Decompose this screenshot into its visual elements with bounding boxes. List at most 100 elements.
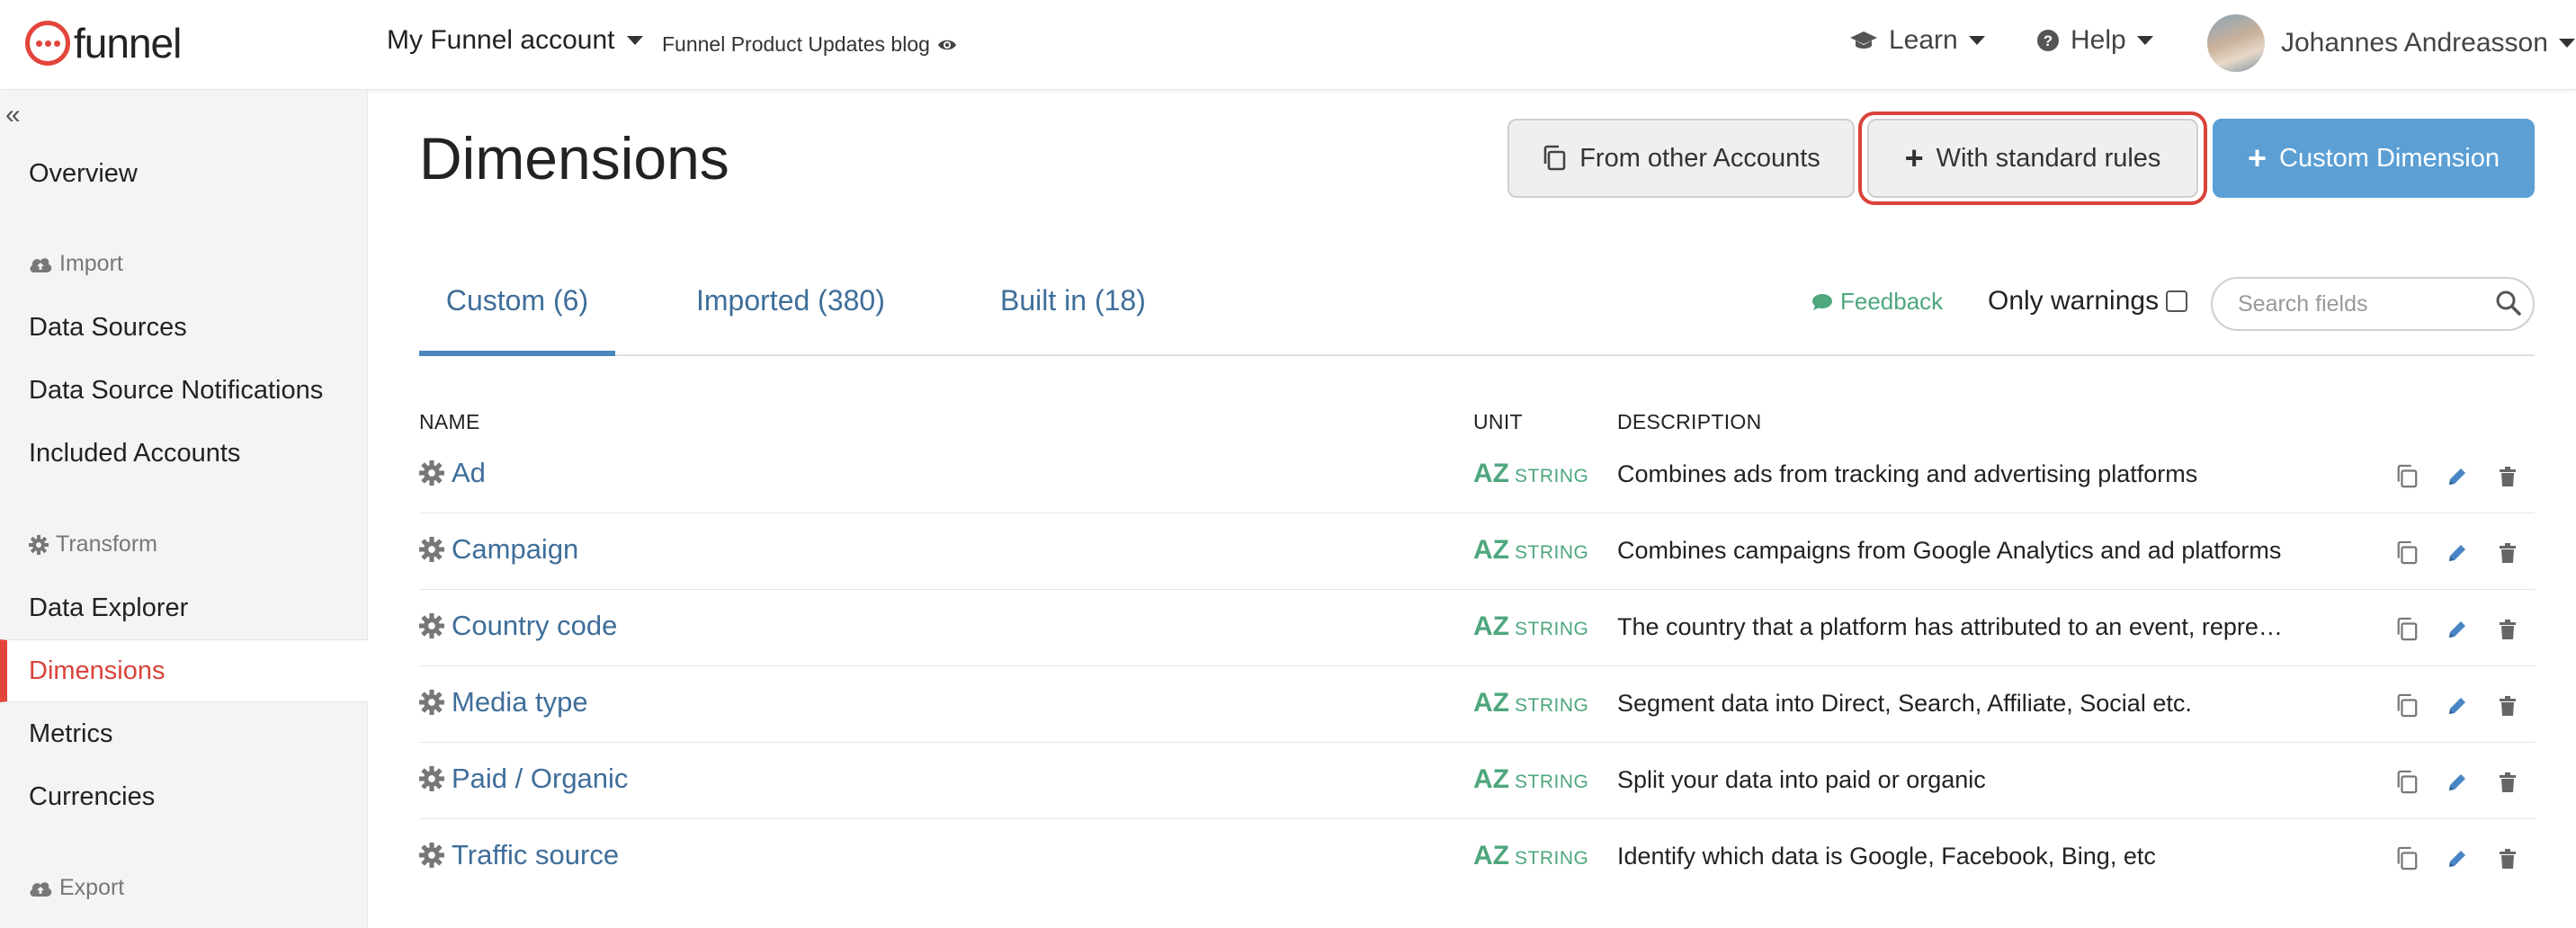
custom-gear-icon <box>419 843 444 868</box>
chevron-down-icon <box>1968 36 1985 45</box>
only-warnings-toggle[interactable]: Only warnings <box>1988 286 2188 317</box>
search-icon[interactable] <box>2495 290 2522 317</box>
feedback-label: Feedback <box>1840 288 1944 315</box>
dimension-name: Media type <box>452 686 588 718</box>
sidebar-item-dimensions[interactable]: Dimensions <box>0 639 368 702</box>
only-warnings-label: Only warnings <box>1988 286 2160 316</box>
with-standard-rules-button[interactable]: + With standard rules <box>1867 119 2198 198</box>
unit-az: AZ <box>1473 764 1509 794</box>
trash-icon[interactable] <box>2493 844 2522 873</box>
unit-badge: AZ STRING <box>1473 764 1588 795</box>
unit-type: STRING <box>1515 848 1589 869</box>
unit-type: STRING <box>1515 772 1589 792</box>
pencil-icon[interactable] <box>2443 462 2472 491</box>
sidebar-item-label: Data Sources <box>29 312 187 342</box>
chevron-down-icon <box>2136 36 2153 45</box>
collapse-sidebar-icon[interactable]: « <box>5 100 21 130</box>
pencil-icon[interactable] <box>2443 615 2472 644</box>
only-warnings-checkbox[interactable] <box>2166 290 2188 312</box>
unit-type: STRING <box>1515 695 1589 716</box>
dimension-name-link[interactable]: Media type <box>419 686 588 718</box>
feedback-link[interactable]: Feedback <box>1811 288 1943 316</box>
column-header-unit: UNIT <box>1473 410 1523 433</box>
cloud-upload-icon <box>30 257 52 272</box>
tab-built-in[interactable]: Built in (18) <box>1000 284 1146 356</box>
dimension-name-link[interactable]: Paid / Organic <box>419 763 628 795</box>
sidebar-item-label: Dimensions <box>29 656 165 685</box>
copy-icon[interactable] <box>2393 692 2421 720</box>
dimension-name-link[interactable]: Traffic source <box>419 839 619 871</box>
pencil-icon[interactable] <box>2443 539 2472 567</box>
custom-dimension-button[interactable]: + Custom Dimension <box>2213 119 2535 198</box>
sidebar-item-included-accounts[interactable]: Included Accounts <box>0 422 368 485</box>
sidebar-section-export: Export <box>29 875 124 901</box>
unit-type: STRING <box>1515 619 1589 639</box>
copy-icon[interactable] <box>2393 462 2421 491</box>
table-row: Paid / Organic AZ STRING Split your data… <box>419 743 2535 819</box>
table-row: Ad AZ STRING Combines ads from tracking … <box>419 437 2535 513</box>
sidebar-item-data-explorer[interactable]: Data Explorer <box>0 576 368 639</box>
pencil-icon[interactable] <box>2443 692 2472 720</box>
column-header-description: DESCRIPTION <box>1617 410 1762 433</box>
search-input[interactable] <box>2211 277 2535 331</box>
learn-menu[interactable]: Learn <box>1849 25 1985 56</box>
graduation-cap-icon <box>1850 31 1877 49</box>
copy-icon[interactable] <box>2393 615 2421 644</box>
user-name: Johannes Andreasson <box>2281 28 2548 58</box>
account-switcher[interactable]: My Funnel account <box>387 25 644 56</box>
custom-gear-icon <box>419 766 444 791</box>
dimension-name: Ad <box>452 457 486 488</box>
pencil-icon[interactable] <box>2443 768 2472 797</box>
help-menu[interactable]: ? Help <box>2036 25 2153 56</box>
column-header-name: NAME <box>419 410 480 433</box>
sidebar-item-overview[interactable]: Overview <box>0 142 368 205</box>
plus-icon: + <box>2247 139 2267 176</box>
sidebar: « Overview Import Data Sources Data Sour… <box>0 91 368 928</box>
dimension-description: Segment data into Direct, Search, Affili… <box>1617 690 2192 717</box>
unit-badge: AZ STRING <box>1473 535 1588 566</box>
dimension-description: The country that a platform has attribut… <box>1617 613 2283 640</box>
table-row: Campaign AZ STRING Combines campaigns fr… <box>419 513 2535 590</box>
dimension-description: Split your data into paid or organic <box>1617 766 1986 793</box>
sidebar-item-label: Included Accounts <box>29 438 241 468</box>
copy-icon[interactable] <box>2393 768 2421 797</box>
table-row: Traffic source AZ STRING Identify which … <box>419 819 2535 896</box>
custom-gear-icon <box>419 613 444 638</box>
from-other-accounts-button[interactable]: From other Accounts <box>1507 119 1855 198</box>
tab-custom[interactable]: Custom (6) <box>419 284 615 356</box>
unit-az: AZ <box>1473 611 1509 641</box>
tab-imported[interactable]: Imported (380) <box>696 284 885 356</box>
unit-az: AZ <box>1473 841 1509 870</box>
sidebar-section-label: Export <box>59 875 125 900</box>
trash-icon[interactable] <box>2493 539 2522 567</box>
unit-az: AZ <box>1473 459 1509 488</box>
trash-icon[interactable] <box>2493 462 2522 491</box>
trash-icon[interactable] <box>2493 692 2522 720</box>
funnel-logo[interactable]: funnel <box>25 18 182 68</box>
cloud-upload-icon <box>30 881 52 897</box>
copy-icon[interactable] <box>2393 844 2421 873</box>
blog-link[interactable]: Funnel Product Updates blog <box>662 32 957 57</box>
unit-az: AZ <box>1473 535 1509 565</box>
dimension-name-link[interactable]: Country code <box>419 610 617 642</box>
sidebar-item-metrics[interactable]: Metrics <box>0 702 368 765</box>
sidebar-item-label: Metrics <box>29 718 113 748</box>
copy-icon[interactable] <box>2393 539 2421 567</box>
pencil-icon[interactable] <box>2443 844 2472 873</box>
dimension-name-link[interactable]: Campaign <box>419 533 578 566</box>
dimension-name-link[interactable]: Ad <box>419 457 486 489</box>
trash-icon[interactable] <box>2493 615 2522 644</box>
dimension-description: Combines ads from tracking and advertisi… <box>1617 460 2198 487</box>
page-title: Dimensions <box>419 125 729 192</box>
user-menu[interactable]: Johannes Andreasson <box>2207 14 2575 72</box>
sidebar-item-currencies[interactable]: Currencies <box>0 765 368 828</box>
sidebar-section-label: Import <box>59 251 123 276</box>
trash-icon[interactable] <box>2493 768 2522 797</box>
sidebar-section-transform: Transform <box>29 531 157 558</box>
unit-badge: AZ STRING <box>1473 459 1588 489</box>
custom-gear-icon <box>419 460 444 486</box>
sidebar-item-data-sources[interactable]: Data Sources <box>0 296 368 359</box>
gear-icon <box>29 534 49 555</box>
logo-text: funnel <box>74 20 182 67</box>
sidebar-item-data-source-notifications[interactable]: Data Source Notifications <box>0 359 368 422</box>
